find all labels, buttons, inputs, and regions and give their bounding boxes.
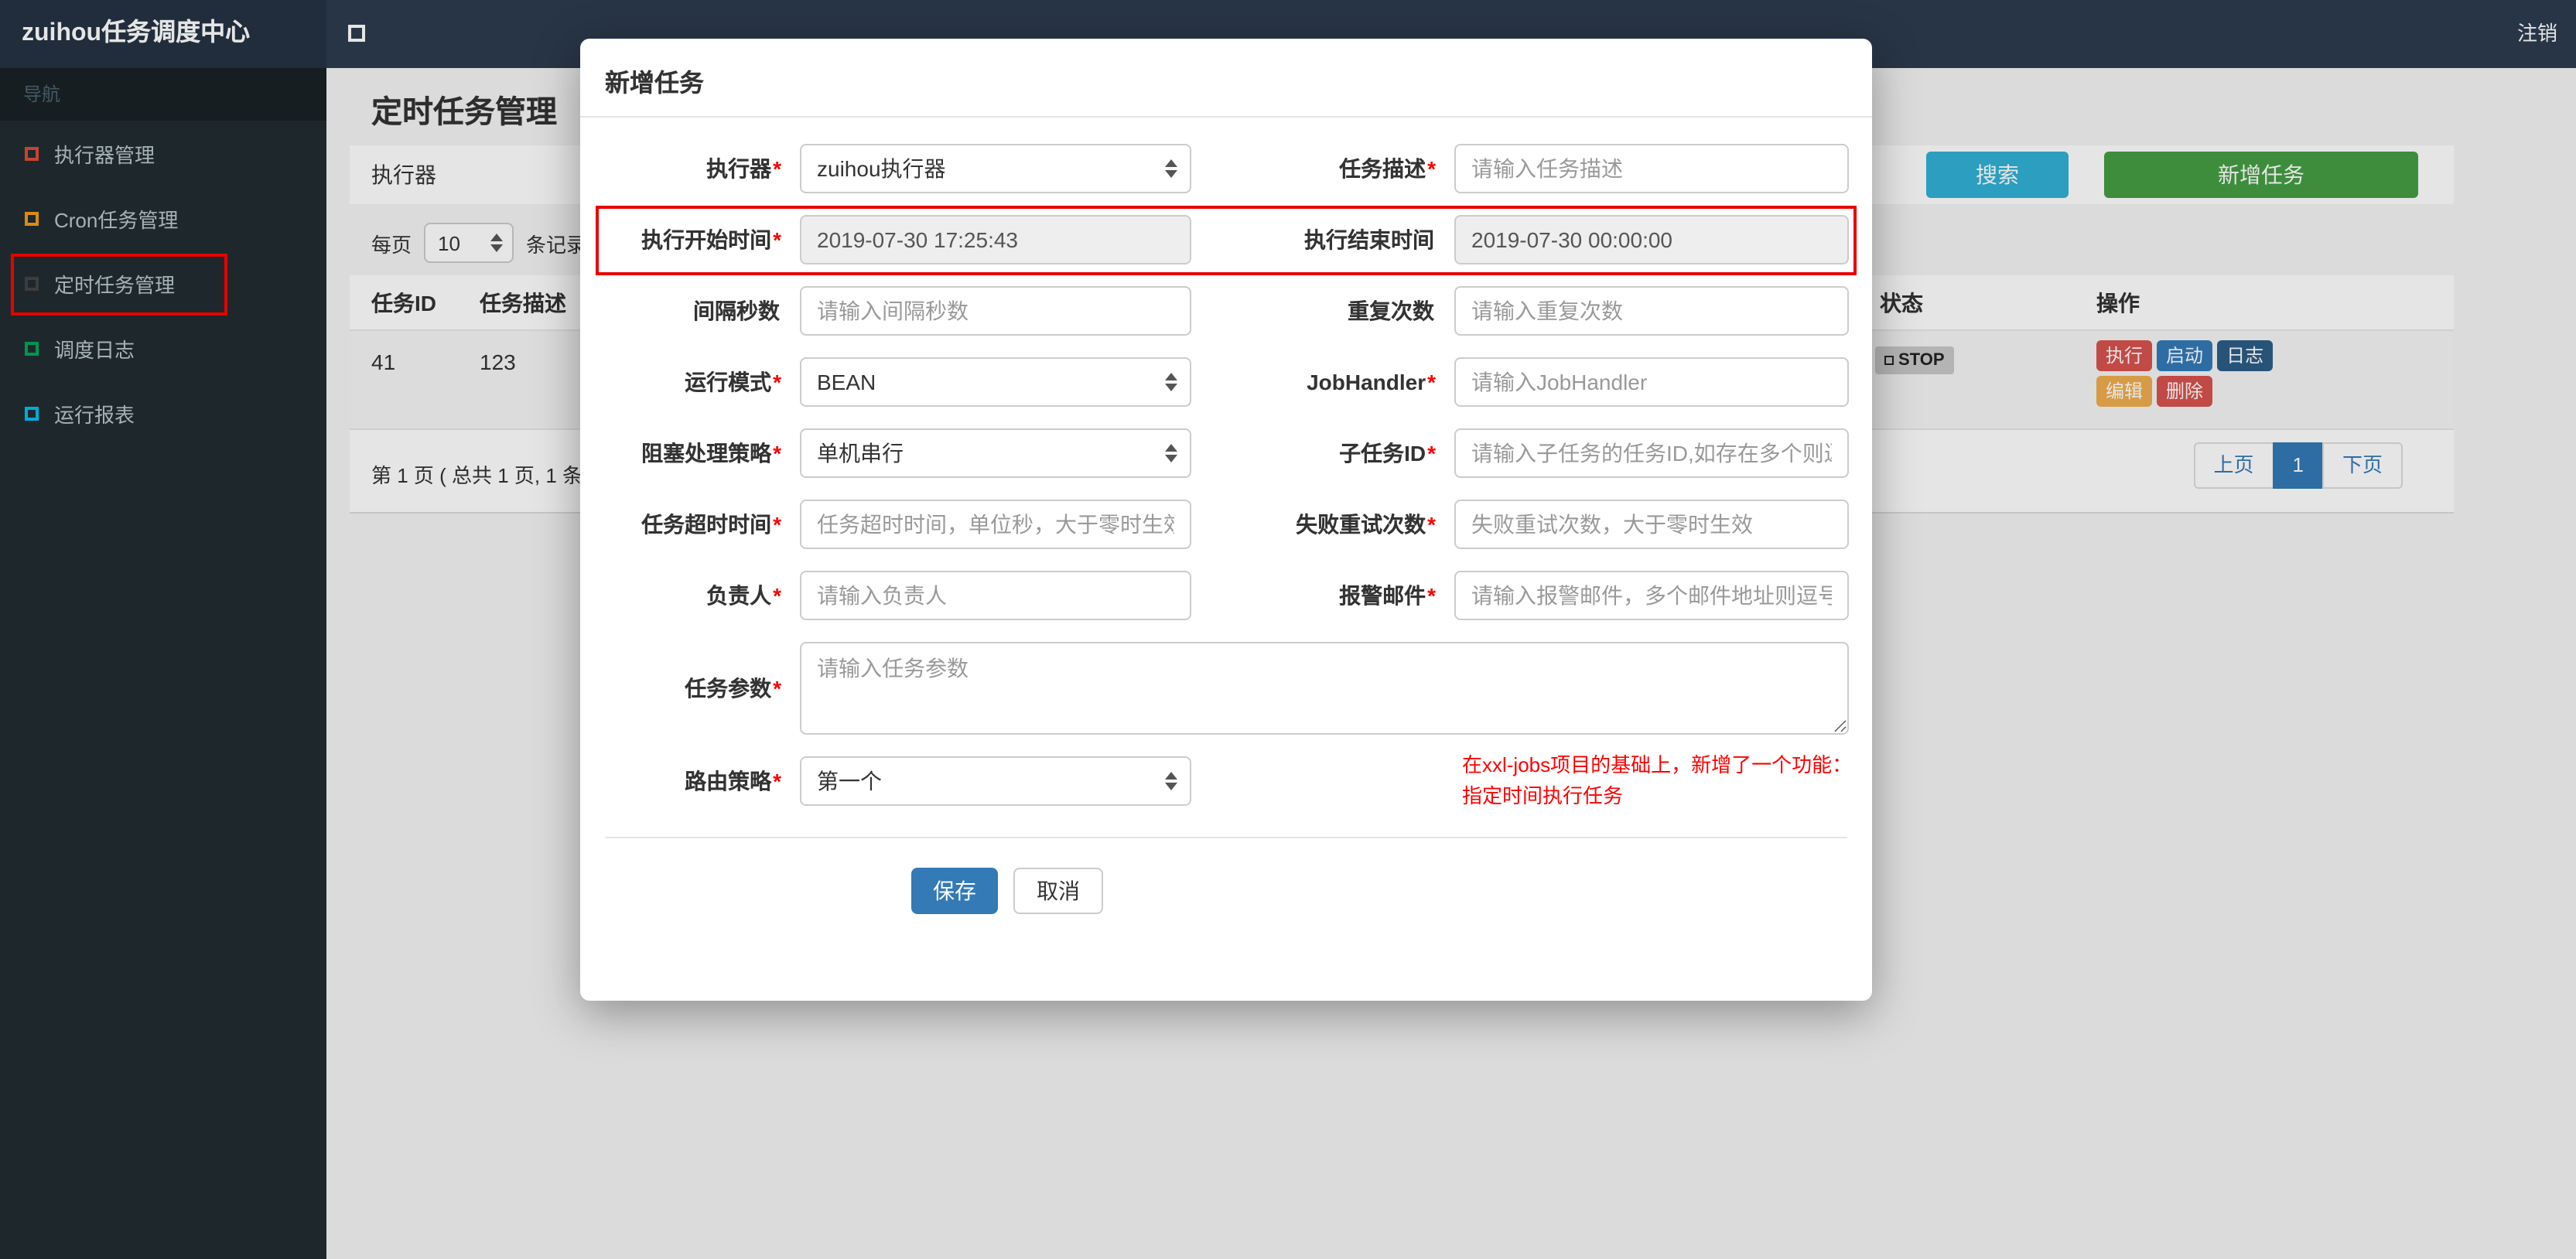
timeout-input[interactable] — [800, 500, 1191, 549]
route-strategy-label: 路由策略 * — [685, 769, 781, 793]
executor-select-value: zuihou执行器 — [817, 156, 946, 181]
cancel-button[interactable]: 取消 — [1013, 868, 1103, 914]
select-arrows-icon — [1165, 772, 1177, 790]
jobhandler-label: JobHandler * — [1307, 370, 1436, 394]
select-arrows-icon — [1165, 159, 1177, 178]
interval-input[interactable] — [800, 286, 1191, 336]
repeat-input[interactable] — [1454, 286, 1849, 336]
owner-label: 负责人 * — [706, 583, 781, 608]
modal-title: 新增任务 — [605, 71, 705, 97]
retry-label: 失败重试次数 * — [1296, 512, 1436, 537]
select-arrows-icon — [1165, 373, 1177, 391]
add-task-modal: 新增任务 执行器* zuihou执行器 任务描述* 执行开始时间* 执行结束时间 — [580, 39, 1872, 1001]
task-desc-input[interactable] — [1454, 144, 1849, 193]
run-mode-label: 运行模式 * — [685, 370, 781, 394]
block-strategy-label: 阻塞处理策略 * — [641, 441, 781, 466]
end-time-input[interactable] — [1454, 215, 1849, 264]
modal-footer: 保存 取消 — [911, 868, 1103, 914]
modal-form: 执行器* zuihou执行器 任务描述* 执行开始时间* 执行结束时间 间隔秒数 — [605, 133, 1853, 817]
note-text: 在xxl-jobs项目的基础上，新增了一个功能： 指定时间执行任务 — [1462, 753, 1853, 807]
route-strategy-select-value: 第一个 — [817, 769, 882, 793]
select-arrows-icon — [1165, 444, 1177, 462]
block-strategy-select-value: 单机串行 — [817, 441, 904, 466]
route-strategy-select[interactable]: 第一个 — [800, 756, 1191, 806]
save-button[interactable]: 保存 — [911, 868, 998, 914]
task-desc-label: 任务描述 * — [1339, 156, 1436, 181]
run-mode-select-value: BEAN — [817, 370, 876, 394]
modal-divider — [605, 837, 1847, 838]
child-task-input[interactable] — [1454, 428, 1849, 478]
task-params-textarea[interactable] — [800, 642, 1849, 735]
run-mode-select[interactable]: BEAN — [800, 357, 1191, 407]
app-root: zuihou任务调度中心 注销 导航 执行器管理 Cron任务管理 定时任务管理… — [0, 0, 2576, 1259]
child-task-label: 子任务ID * — [1339, 441, 1436, 466]
start-time-label: 执行开始时间 * — [641, 227, 781, 252]
end-time-label: 执行结束时间 — [1304, 227, 1434, 252]
alarm-email-input[interactable] — [1454, 571, 1849, 620]
alarm-email-label: 报警邮件 * — [1339, 583, 1436, 608]
executor-label: 执行器 * — [706, 156, 781, 181]
modal-header: 新增任务 — [580, 39, 1872, 118]
repeat-label: 重复次数 — [1348, 299, 1434, 323]
retry-input[interactable] — [1454, 500, 1849, 549]
timeout-label: 任务超时时间 * — [641, 512, 781, 537]
jobhandler-input[interactable] — [1454, 357, 1849, 407]
start-time-input[interactable] — [800, 215, 1191, 264]
block-strategy-select[interactable]: 单机串行 — [800, 428, 1191, 478]
interval-label: 间隔秒数 — [693, 299, 780, 323]
owner-input[interactable] — [800, 571, 1191, 620]
executor-select[interactable]: zuihou执行器 — [800, 144, 1191, 193]
task-params-label: 任务参数 * — [685, 676, 781, 701]
